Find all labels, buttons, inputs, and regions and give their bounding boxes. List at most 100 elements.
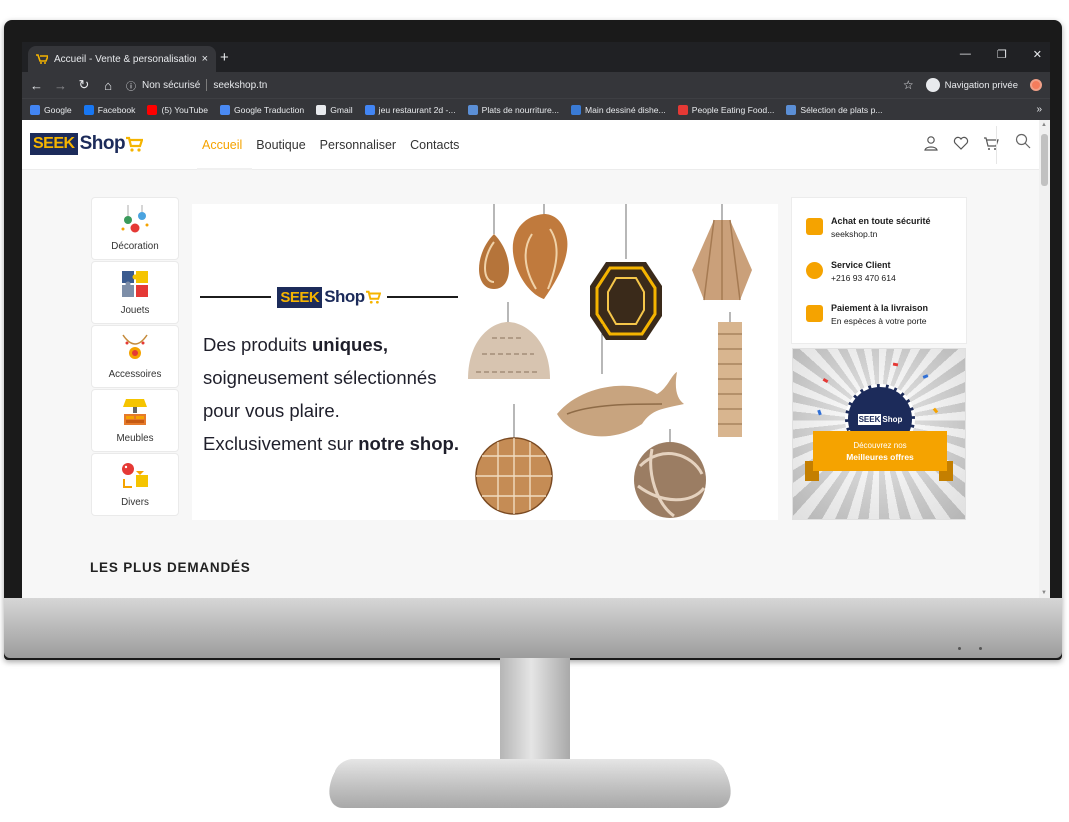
google-icon xyxy=(364,104,375,115)
profile-avatar-icon[interactable] xyxy=(1030,79,1042,91)
restore-button[interactable]: ❐ xyxy=(997,48,1007,61)
image-site-icon xyxy=(570,104,581,115)
necklace-icon xyxy=(122,334,148,359)
category-accessoires[interactable]: Accessoires xyxy=(91,325,179,388)
bookmark-item[interactable]: Facebook xyxy=(83,104,135,115)
phone-icon xyxy=(806,262,823,279)
address-bar[interactable]: ⓘ Non sécurisé seekshop.tn xyxy=(126,75,891,95)
category-label: Jouets xyxy=(120,305,150,316)
minimize-button[interactable]: — xyxy=(960,48,971,61)
facebook-icon xyxy=(83,104,94,115)
site-header: SEEK Shop Accueil Boutique Personnaliser… xyxy=(22,120,1039,170)
more-bookmarks-icon[interactable]: » xyxy=(1036,104,1042,115)
private-mode-indicator[interactable]: Navigation privée xyxy=(925,78,1018,92)
google-icon xyxy=(30,104,40,115)
url-text[interactable]: seekshop.tn xyxy=(213,80,267,91)
monitor-stand-neck xyxy=(500,658,570,768)
promo-ribbon: Découvrez nos Meilleures offres xyxy=(813,431,947,471)
forward-arrow-icon[interactable]: → xyxy=(54,78,67,93)
site-logo[interactable]: SEEK Shop xyxy=(30,133,144,155)
close-window-button[interactable]: ✕ xyxy=(1033,48,1042,61)
cart-logo-icon xyxy=(126,136,144,152)
gmail-icon xyxy=(316,104,327,115)
image-site-icon xyxy=(786,104,797,115)
active-nav-indicator xyxy=(197,168,252,170)
category-label: Divers xyxy=(121,497,149,508)
bookmark-item[interactable]: Main dessiné dishe... xyxy=(570,104,666,115)
info-icon[interactable]: ⓘ xyxy=(126,78,136,93)
shop-guarantees: Achat en toute sécurité seekshop.tn Servi… xyxy=(791,197,967,344)
category-label: Accessoires xyxy=(108,369,162,380)
wooden-lamps-image xyxy=(468,204,752,518)
puzzle-icon xyxy=(122,271,148,297)
scroll-up-icon[interactable]: ▲ xyxy=(1041,122,1047,128)
category-sidebar: Décoration Jouets Accessoires Meubles Di… xyxy=(91,197,179,517)
bookmark-item[interactable]: Gmail xyxy=(316,104,353,115)
reload-icon[interactable]: ↻ xyxy=(78,77,90,93)
tab-bar: Accueil - Vente & personalisation × + — … xyxy=(22,42,1050,72)
guarantee-secure: Achat en toute sécurité seekshop.tn xyxy=(806,216,931,239)
security-label: Non sécurisé xyxy=(142,79,201,91)
bookmark-item[interactable]: Google Traduction xyxy=(219,104,304,115)
youtube-icon xyxy=(147,104,158,115)
guarantee-cod: Paiement à la livraison En espèces à votr… xyxy=(806,303,928,326)
bookmark-item[interactable]: Google xyxy=(30,104,72,115)
main-navigation: Accueil Boutique Personnaliser Contacts xyxy=(202,138,459,152)
bookmark-item[interactable]: Sélection de plats p... xyxy=(786,104,883,115)
private-label: Navigation privée xyxy=(944,79,1018,91)
category-divers[interactable]: Divers xyxy=(91,453,179,516)
category-meubles[interactable]: Meubles xyxy=(91,389,179,452)
hero-banner[interactable]: SEEK Shop Des produits uniques, soigneus… xyxy=(192,204,778,520)
new-tab-button[interactable]: + xyxy=(220,49,229,66)
bookmark-item[interactable]: (5) YouTube xyxy=(147,104,208,115)
home-icon[interactable]: ⌂ xyxy=(102,78,114,93)
search-icon[interactable] xyxy=(1015,133,1031,149)
guarantee-support: Service Client +216 93 470 614 xyxy=(806,260,896,283)
bookmarks-bar: Google Facebook (5) YouTube Google Tradu… xyxy=(22,98,1050,120)
active-tab[interactable]: Accueil - Vente & personalisation × xyxy=(28,46,216,72)
nav-personnaliser[interactable]: Personnaliser xyxy=(320,138,396,152)
logo-seek-text: SEEK xyxy=(30,133,78,155)
cart-logo-icon xyxy=(365,290,381,304)
nav-contacts[interactable]: Contacts xyxy=(410,138,459,152)
desktop-scene: Accueil - Vente & personalisation × + — … xyxy=(0,0,1069,822)
header-actions xyxy=(923,135,999,151)
browser-window: Accueil - Vente & personalisation × + — … xyxy=(22,42,1050,598)
back-arrow-icon[interactable]: ← xyxy=(30,78,43,93)
banner-logo: SEEK Shop xyxy=(277,286,381,308)
category-label: Décoration xyxy=(111,241,159,252)
logo-shop-text: Shop xyxy=(79,133,126,154)
best-offers-promo[interactable]: SEEK Shop Découvrez nos Meilleures offre… xyxy=(792,348,966,520)
category-label: Meubles xyxy=(116,433,154,444)
tab-title: Accueil - Vente & personalisation xyxy=(54,53,196,65)
monitor-chin xyxy=(4,598,1062,658)
window-controls: — ❐ ✕ xyxy=(960,48,1042,61)
page-scrollbar[interactable]: ▲ ▼ xyxy=(1039,120,1050,598)
bookmark-item[interactable]: People Eating Food... xyxy=(677,104,774,115)
heart-icon[interactable] xyxy=(953,135,969,151)
furniture-icon xyxy=(123,399,147,425)
scroll-thumb[interactable] xyxy=(1041,134,1048,186)
bookmark-item[interactable]: jeu restaurant 2d -... xyxy=(364,104,456,115)
misc-items-icon xyxy=(122,463,148,488)
tab-close-icon[interactable]: × xyxy=(202,53,208,65)
web-page: SEEK Shop Accueil Boutique Personnaliser… xyxy=(22,120,1039,598)
incognito-icon xyxy=(925,78,940,92)
ornaments-icon xyxy=(121,205,149,233)
browser-toolbar: ← → ↻ ⌂ ⓘ Non sécurisé seekshop.tn ☆ Nav… xyxy=(22,72,1050,98)
bookmark-star-icon[interactable]: ☆ xyxy=(903,78,914,92)
section-title-most-requested: LES PLUS DEMANDÉS xyxy=(90,560,251,575)
nav-accueil[interactable]: Accueil xyxy=(202,138,242,152)
scroll-down-icon[interactable]: ▼ xyxy=(1041,590,1047,596)
image-site-icon xyxy=(677,104,688,115)
banner-tagline: Des produits uniques, soigneusement séle… xyxy=(203,334,459,454)
nav-boutique[interactable]: Boutique xyxy=(256,138,305,152)
user-icon[interactable] xyxy=(923,135,939,151)
category-decoration[interactable]: Décoration xyxy=(91,197,179,260)
image-site-icon xyxy=(467,104,478,115)
bookmark-item[interactable]: Plats de nourriture... xyxy=(467,104,559,115)
banner-brand: SEEK Shop xyxy=(200,283,459,311)
cart-favicon-icon xyxy=(36,54,48,64)
translate-icon xyxy=(219,104,230,115)
category-jouets[interactable]: Jouets xyxy=(91,261,179,324)
